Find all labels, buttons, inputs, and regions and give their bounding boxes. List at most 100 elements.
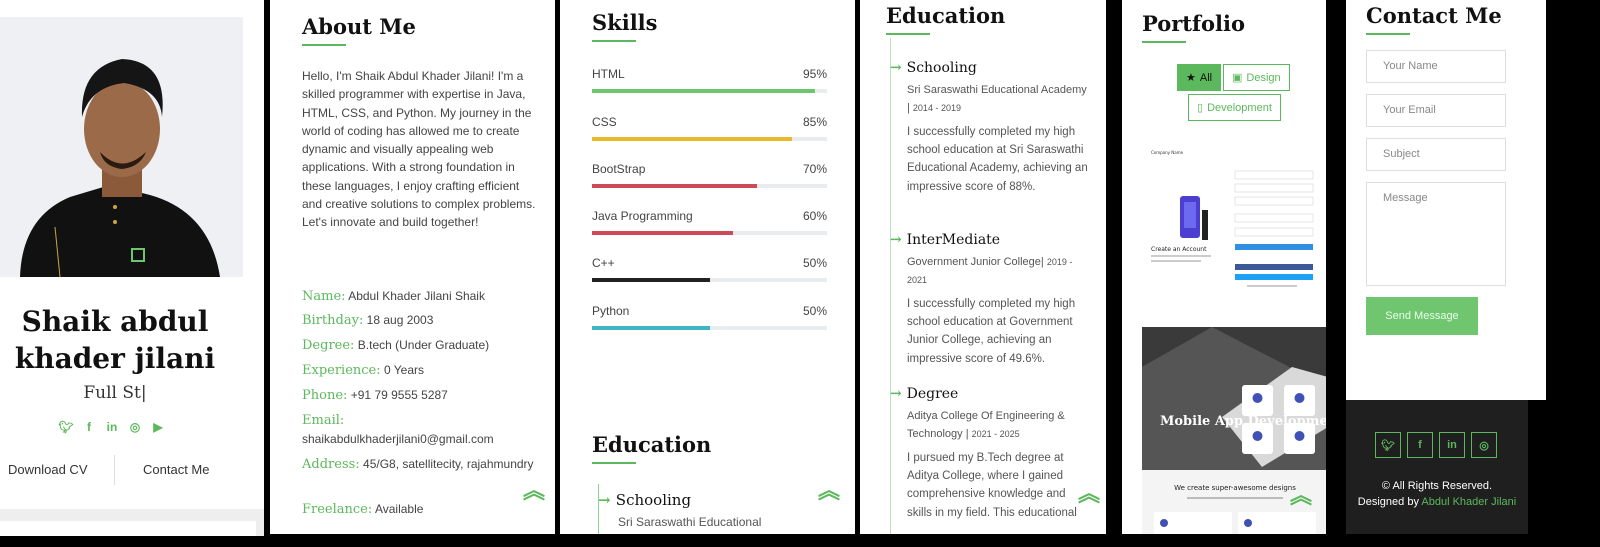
skill-progress-fill	[592, 137, 792, 141]
youtube-icon[interactable]: ▶	[150, 420, 166, 434]
skill-name: BootStrap	[592, 162, 646, 176]
info-value: Available	[374, 502, 424, 516]
facebook-icon[interactable]: f	[1407, 432, 1433, 458]
site-footer: 🐦︎ f in ◎ © All Rights Reserved. Designe…	[1346, 400, 1528, 534]
designed-by-text: Designed by	[1357, 496, 1419, 508]
filter-label: Design	[1246, 71, 1281, 84]
filter-development-button[interactable]: ▯ Development	[1188, 94, 1281, 121]
scroll-top-icon[interactable]: ︽	[818, 480, 840, 502]
education-preview-item: → Schooling	[598, 491, 692, 509]
twitter-icon[interactable]: 🐦︎	[1375, 432, 1401, 458]
skill-progress-fill	[592, 89, 816, 93]
school-name: Government Junior College|	[907, 256, 1044, 268]
about-title: About Me	[302, 14, 416, 39]
info-label: Email:	[302, 413, 345, 428]
skill-progress-track	[592, 89, 827, 93]
about-panel: About Me Hello, I'm Shaik Abdul Khader J…	[270, 0, 555, 534]
title-underline	[592, 40, 636, 42]
message-textarea[interactable]: Message	[1366, 182, 1506, 286]
skill-name: HTML	[592, 67, 625, 81]
portfolio-title: Portfolio	[1142, 11, 1246, 36]
info-freelance: Freelance: Available	[302, 500, 537, 519]
skill-progress-fill	[592, 231, 733, 235]
scroll-top-icon[interactable]: ︽	[1290, 485, 1312, 507]
copyright: © All Rights Reserved. Designed by Abdul…	[1346, 478, 1528, 510]
education-preview-title: Education	[592, 432, 712, 457]
profile-photo	[0, 17, 243, 277]
skills-panel: Skills HTML 95% CSS 85% BootStrap 70% Java Pro…	[560, 0, 855, 534]
instagram-icon[interactable]: ◎	[127, 420, 143, 434]
info-address: Address: 45/G8, satellitecity, rajahmund…	[302, 455, 537, 474]
send-message-button[interactable]: Send Message	[1366, 297, 1478, 335]
skill-progress-track	[592, 137, 827, 141]
about-intro: Hello, I'm Shaik Abdul Khader Jilani! I'…	[302, 69, 536, 230]
info-value: 0 Years	[383, 363, 425, 377]
panel-footer	[0, 509, 264, 536]
info-name: Name: Abdul Khader Jilani Shaik	[302, 287, 537, 306]
education-item-school: Government Junior College| 2019 - 2021	[907, 253, 1090, 289]
twitter-icon[interactable]: 🐦︎	[58, 420, 74, 434]
skills-title: Skills	[592, 10, 658, 35]
info-label: Birthday:	[302, 313, 364, 328]
name-input[interactable]: Your Name	[1366, 50, 1506, 83]
info-label: Name:	[302, 289, 346, 304]
skill-label-row: HTML 95%	[592, 67, 827, 81]
filter-all-button[interactable]: ★ All	[1177, 64, 1222, 91]
scroll-top-icon[interactable]: ︽	[1078, 483, 1100, 505]
email-input[interactable]: Your Email	[1366, 94, 1506, 127]
divider	[114, 455, 115, 485]
linkedin-icon[interactable]: in	[104, 420, 120, 434]
skill-item: C++ 50%	[592, 256, 827, 282]
portfolio-item-signup[interactable]: Company Name Create an Account	[1142, 140, 1322, 300]
education-title: Education	[886, 3, 1006, 28]
info-email: Email: shaikabdulkhaderjilani0@gmail.com	[302, 411, 537, 448]
skill-progress-track	[592, 231, 827, 235]
contact-me-button[interactable]: Contact Me	[143, 462, 209, 477]
skill-progress-track	[592, 278, 827, 282]
filter-design-button[interactable]: ▣ Design	[1223, 64, 1290, 91]
education-panel: Education Schooling Sri Saraswathi Educa…	[860, 0, 1106, 534]
title-underline	[302, 44, 346, 46]
education-item-title: InterMediate	[890, 232, 1090, 248]
title-underline	[1142, 41, 1186, 43]
facebook-icon[interactable]: f	[81, 420, 97, 434]
linkedin-icon[interactable]: in	[1439, 432, 1465, 458]
skill-progress-track	[592, 326, 827, 330]
filter-label: All	[1199, 71, 1213, 84]
subject-input[interactable]: Subject	[1366, 138, 1506, 171]
info-label: Freelance:	[302, 502, 373, 517]
thumb-caption: Create an Account	[1151, 246, 1207, 253]
skill-progress-fill	[592, 184, 757, 188]
skill-item: BootStrap 70%	[592, 162, 827, 188]
info-label: Address:	[302, 457, 360, 472]
title-underline	[886, 33, 930, 35]
skill-name: CSS	[592, 115, 617, 129]
scroll-top-icon[interactable]: ︽	[523, 480, 545, 502]
info-label: Degree:	[302, 338, 355, 353]
info-degree: Degree: B.tech (Under Graduate)	[302, 336, 537, 355]
skill-percent: 60%	[802, 209, 827, 223]
instagram-icon[interactable]: ◎	[1471, 432, 1497, 458]
skill-label-row: Java Programming 60%	[592, 209, 827, 223]
contact-title: Contact Me	[1366, 3, 1502, 28]
title-underline	[592, 462, 636, 464]
education-item-desc: I successfully completed my high school …	[907, 298, 1076, 365]
skill-progress-track	[592, 184, 827, 188]
info-value: 18 aug 2003	[366, 313, 434, 327]
skill-percent: 50%	[802, 304, 827, 318]
education-item-title: Degree	[890, 386, 1090, 402]
info-value: 45/G8, satellitecity, rajahmundry	[363, 457, 534, 471]
skill-item: Python 50%	[592, 304, 827, 330]
card-icon: ▣	[1232, 72, 1243, 84]
education-preview-item-title: Schooling	[615, 491, 692, 509]
filter-label: Development	[1207, 101, 1272, 114]
skill-name: C++	[592, 256, 615, 270]
profile-role: Full St|	[83, 383, 147, 403]
skill-progress-fill	[592, 278, 710, 282]
info-value: +91 79 9555 5287	[350, 388, 448, 402]
education-item: InterMediate Government Junior College| …	[890, 232, 1090, 368]
download-cv-button[interactable]: Download CV	[8, 462, 88, 477]
info-value: Abdul Khader Jilani Shaik	[348, 289, 485, 303]
skill-percent: 70%	[802, 162, 827, 176]
designer-link[interactable]: Abdul Khader Jilani	[1421, 496, 1516, 508]
